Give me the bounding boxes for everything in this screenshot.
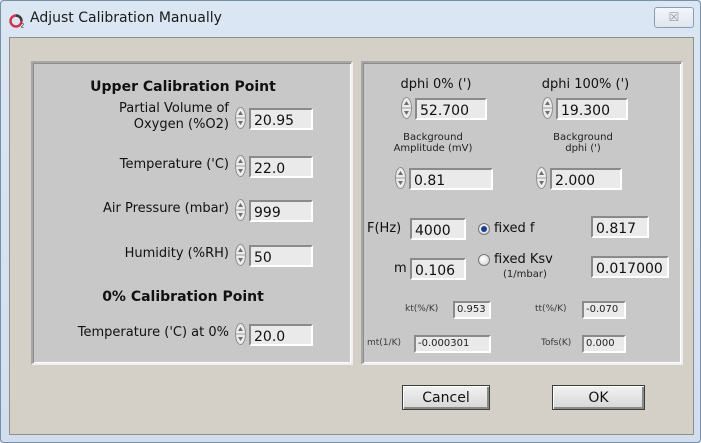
calibration-points-panel: Upper Calibration Point Partial Volume o… xyxy=(31,61,353,365)
kt-input: 0.953 xyxy=(453,301,491,319)
partial-volume-label-line2: Oxygen (%O2) xyxy=(133,117,229,132)
sensor-parameters-panel: dphi 0% (') dphi 100% (') 52.700 19.300 … xyxy=(361,61,683,365)
fixed-f-input[interactable]: 0.817 xyxy=(591,216,649,238)
air-pressure-spinner[interactable] xyxy=(235,199,246,221)
close-icon: ☒ xyxy=(668,10,680,24)
o2-logo-icon: 2 xyxy=(9,12,25,30)
bg-amplitude-spinner[interactable] xyxy=(395,167,406,189)
title-bar[interactable]: 2 Adjust Calibration Manually ☒ xyxy=(1,1,700,37)
bg-dphi-label-line1: Background xyxy=(553,132,613,143)
zero-calibration-heading: 0% Calibration Point xyxy=(102,289,264,305)
tofs-label: Tofs(K) xyxy=(541,338,572,348)
dphi0-input[interactable]: 52.700 xyxy=(415,98,487,120)
m-label: m xyxy=(394,261,407,276)
zero-temperature-label: Temperature ('C) at 0% xyxy=(77,325,229,340)
bg-amplitude-label-line1: Background xyxy=(403,132,463,143)
fhz-input[interactable]: 4000 xyxy=(410,218,466,240)
ok-button[interactable]: OK xyxy=(552,385,645,410)
tt-input: -0.070 xyxy=(582,301,626,319)
fixed-ksv-unit: (1/mbar) xyxy=(503,269,547,280)
humidity-input[interactable]: 50 xyxy=(249,245,313,267)
humidity-label: Humidity (%RH) xyxy=(124,246,229,261)
tt-label: tt(%/K) xyxy=(535,304,567,314)
zero-temperature-spinner[interactable] xyxy=(235,323,246,345)
mt-label: mt(1/K) xyxy=(367,338,401,348)
dialog-window: 2 Adjust Calibration Manually ☒ Upper Ca… xyxy=(0,0,701,443)
kt-label: kt(%/K) xyxy=(405,304,439,314)
dphi100-label: dphi 100% (') xyxy=(541,77,630,92)
bg-dphi-input[interactable]: 2.000 xyxy=(550,168,622,190)
temperature-spinner[interactable] xyxy=(235,155,246,177)
zero-temperature-input[interactable]: 20.0 xyxy=(249,324,313,346)
window-title: Adjust Calibration Manually xyxy=(30,10,222,26)
dphi0-spinner[interactable] xyxy=(401,97,412,119)
m-input[interactable]: 0.106 xyxy=(410,258,466,280)
bg-dphi-spinner[interactable] xyxy=(536,167,547,189)
partial-volume-spinner[interactable] xyxy=(235,107,246,129)
dphi0-label: dphi 0% (') xyxy=(400,77,472,92)
partial-volume-label-line1: Partial Volume of xyxy=(119,101,229,116)
fixed-ksv-label: fixed Ksv xyxy=(494,252,553,267)
temperature-label: Temperature ('C) xyxy=(119,157,229,172)
fixed-ksv-radio[interactable] xyxy=(478,254,490,266)
fixed-f-label: fixed f xyxy=(494,221,535,236)
humidity-spinner[interactable] xyxy=(235,244,246,266)
bg-amplitude-input[interactable]: 0.81 xyxy=(409,168,493,190)
fhz-label: F(Hz) xyxy=(367,221,402,236)
fixed-f-radio[interactable] xyxy=(478,223,490,235)
close-button[interactable]: ☒ xyxy=(654,7,694,28)
upper-calibration-heading: Upper Calibration Point xyxy=(90,79,276,95)
tofs-input: 0.000 xyxy=(582,335,626,353)
bg-dphi-label-line2: dphi (') xyxy=(565,143,601,154)
mt-input: -0.000301 xyxy=(414,335,491,353)
temperature-input[interactable]: 22.0 xyxy=(249,156,313,178)
air-pressure-input[interactable]: 999 xyxy=(249,200,313,222)
bg-amplitude-label-line2: Amplitude (mV) xyxy=(393,143,473,154)
cancel-button[interactable]: Cancel xyxy=(402,385,490,410)
air-pressure-label: Air Pressure (mbar) xyxy=(103,201,229,216)
fixed-ksv-input[interactable]: 0.017000 xyxy=(591,256,669,278)
dialog-client-area: Upper Calibration Point Partial Volume o… xyxy=(9,37,694,435)
partial-volume-input[interactable]: 20.95 xyxy=(249,108,313,130)
dphi100-input[interactable]: 19.300 xyxy=(556,98,628,120)
dphi100-spinner[interactable] xyxy=(542,97,553,119)
svg-text:2: 2 xyxy=(21,23,25,29)
